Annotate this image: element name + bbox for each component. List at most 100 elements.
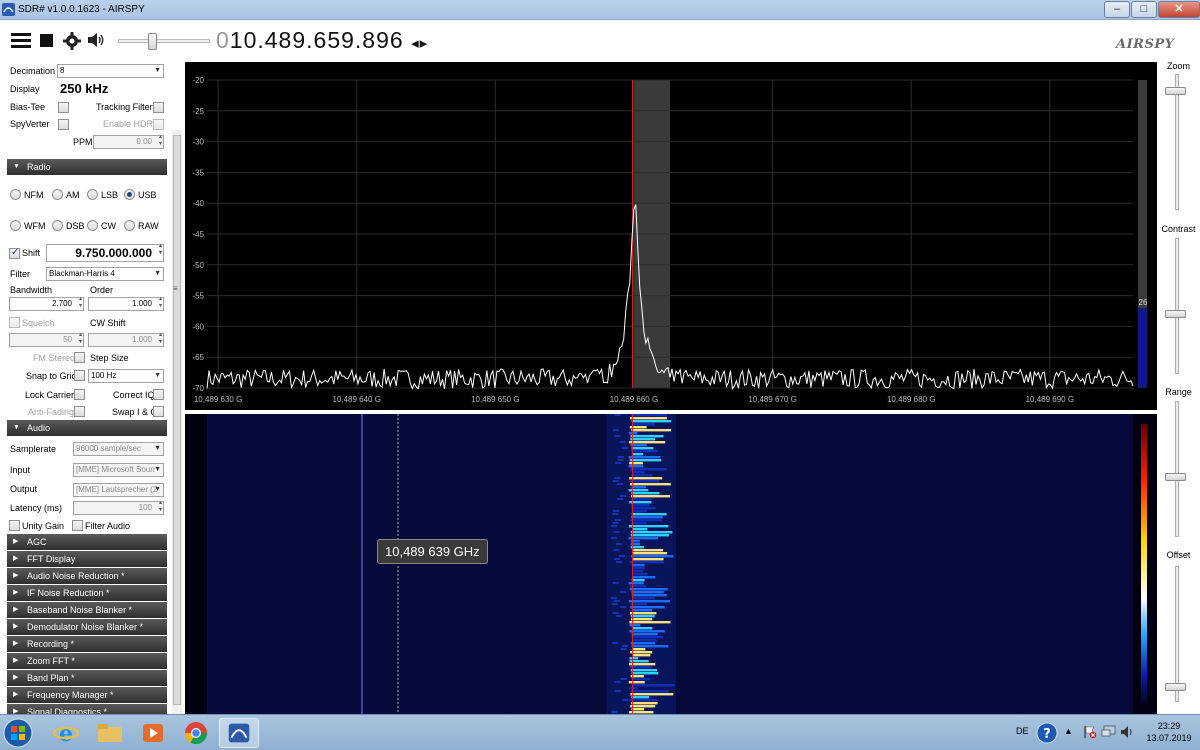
close-button[interactable]: ✕ [1158, 1, 1200, 18]
audio-input-select[interactable]: [MME] Microsoft Soun ▼ [73, 463, 164, 477]
unity-gain-checkbox[interactable] [9, 520, 20, 531]
squelch-checkbox[interactable] [9, 317, 20, 328]
lock-carrier-checkbox[interactable] [74, 389, 85, 400]
chrome-icon[interactable] [176, 718, 216, 748]
waterfall-signal-line [632, 552, 668, 555]
waterfall-signal-line [630, 555, 674, 558]
network-icon[interactable] [1101, 725, 1117, 739]
offset-slider-thumb[interactable] [1165, 683, 1186, 691]
mode-radio-wfm[interactable] [10, 220, 21, 231]
keyboard-language-indicator[interactable]: DE [1016, 726, 1029, 736]
squelch-input[interactable]: 50 [9, 332, 84, 347]
enable-hdr-checkbox[interactable] [153, 119, 164, 130]
panel-splitter-grip[interactable]: ≡ [173, 284, 181, 293]
step-size-select[interactable]: 100 Hz ▼ [88, 369, 164, 383]
frequency-leading-digit[interactable]: 0 [216, 27, 230, 53]
mode-radio-lsb[interactable] [87, 189, 98, 200]
waterfall-signal-line [631, 702, 658, 705]
volume-slider-thumb[interactable] [148, 33, 158, 50]
gear-icon[interactable] [63, 32, 81, 50]
minimize-button[interactable]: – [1104, 1, 1130, 18]
spyverter-checkbox[interactable] [58, 119, 69, 130]
volume-tray-icon[interactable] [1120, 725, 1134, 739]
plugin-section-frequency-manager[interactable]: Frequency Manager * [7, 687, 167, 703]
windows-start-icon[interactable] [2, 718, 34, 748]
snap-to-grid-checkbox[interactable] [74, 370, 85, 381]
plugin-section-baseband-noise-blanker[interactable]: Baseband Noise Blanker * [7, 602, 167, 618]
contrast-slider-thumb[interactable] [1165, 309, 1186, 318]
mode-radio-dsb[interactable] [52, 220, 63, 231]
media-player-icon[interactable] [133, 718, 173, 748]
filter-audio-checkbox[interactable] [72, 520, 83, 531]
waterfall-signal-line [632, 567, 645, 570]
audio-section-header[interactable]: Audio [7, 420, 167, 436]
plugin-section-if-noise-reduction[interactable]: IF Noise Reduction * [7, 585, 167, 601]
help-icon[interactable]: ? [1036, 722, 1058, 744]
anti-fading-checkbox[interactable] [74, 406, 85, 417]
volume-slider[interactable] [118, 33, 210, 50]
mode-radio-raw[interactable] [124, 220, 135, 231]
action-center-flag-icon[interactable] [1083, 725, 1097, 739]
order-input[interactable]: 1.000 [88, 296, 164, 311]
range-slider-thumb[interactable] [1165, 472, 1186, 481]
speaker-icon[interactable] [88, 32, 106, 48]
offset-slider[interactable] [1175, 566, 1179, 702]
range-slider[interactable] [1175, 401, 1179, 537]
mode-radio-nfm[interactable] [10, 189, 21, 200]
plugin-section-recording[interactable]: Recording * [7, 636, 167, 652]
plugin-section-agc[interactable]: AGC [7, 534, 167, 550]
frequency-step-arrows[interactable]: ◂▸ [411, 35, 428, 52]
cw-shift-input[interactable]: 1.000 [88, 332, 164, 347]
control-panel-scrollbar[interactable] [172, 130, 182, 714]
tracking-filter-checkbox[interactable] [153, 102, 164, 113]
plugin-section-demodulator-noise-blanker[interactable]: Demodulator Noise Blanker * [7, 619, 167, 635]
waterfall-signal-line [628, 600, 670, 603]
zoom-slider-thumb[interactable] [1165, 87, 1186, 95]
latency-input[interactable]: 100 [73, 500, 164, 515]
stop-icon[interactable] [40, 34, 53, 47]
waterfall-display[interactable] [185, 414, 1157, 714]
bandwidth-input[interactable]: 2.700 [9, 296, 84, 311]
plugin-section-signal-diagnostics[interactable]: Signal Diagnostics * [7, 704, 167, 714]
shift-checkbox[interactable] [9, 247, 20, 259]
plugin-section-fft-display[interactable]: FFT Display [7, 551, 167, 567]
file-explorer-icon[interactable] [90, 718, 130, 748]
plugin-section-band-plan[interactable]: Band Plan * [7, 670, 167, 686]
shift-frequency-input[interactable]: 9.750.000.000 [46, 243, 164, 262]
frequency-tooltip: 10,489 639 GHz [377, 539, 488, 564]
ppm-input[interactable]: 0.00 [93, 134, 164, 149]
radio-section-header[interactable]: Radio [7, 159, 167, 175]
mode-radio-usb[interactable] [124, 189, 135, 200]
output-label: Output [10, 484, 38, 494]
mode-radio-am[interactable] [52, 189, 63, 200]
plugin-section-audio-noise-reduction[interactable]: Audio Noise Reduction * [7, 568, 167, 584]
filter-select[interactable]: Blackman-Harris 4 ▼ [46, 267, 164, 281]
swap-iq-checkbox[interactable] [153, 406, 164, 417]
correct-iq-checkbox[interactable] [153, 389, 164, 400]
audio-input-value: [MME] Microsoft Soun [76, 465, 155, 474]
plugin-section-zoom-fft[interactable]: Zoom FFT * [7, 653, 167, 669]
fm-stereo-label: FM Stereo [33, 353, 76, 363]
internet-explorer-icon[interactable]: e [47, 718, 87, 748]
waterfall-side-line [611, 525, 618, 527]
toolbar [0, 20, 1200, 60]
frequency-digits[interactable]: 10.489.659.896 [230, 27, 404, 53]
bias-tee-checkbox[interactable] [58, 102, 69, 113]
system-clock[interactable]: 23:29 13.07.2019 [1140, 720, 1198, 744]
waterfall-plot[interactable] [185, 414, 1157, 714]
spectrum-analyzer[interactable]: -20 -25 -30 -35 -40 -45 -50 -55 -60 -65 -70 10,489 … [185, 62, 1157, 410]
frequency-display[interactable]: 010.489.659.896 ◂▸ [216, 27, 428, 54]
tray-expand-icon[interactable]: ▲ [1064, 726, 1073, 736]
audio-output-select[interactable]: [MME] Lautsprecher (2 ▼ [73, 483, 164, 497]
samplerate-select[interactable]: 96000 sample/sec ▼ [73, 442, 164, 456]
maximize-button[interactable]: □ [1131, 1, 1157, 18]
decimation-select[interactable]: 8 ▼ [57, 64, 164, 78]
fm-stereo-checkbox[interactable] [74, 352, 85, 363]
mode-radio-cw[interactable] [87, 220, 98, 231]
menu-icon[interactable] [11, 33, 31, 49]
svg-text:?: ? [1043, 727, 1051, 742]
sdr-sharp-taskbar-button[interactable] [219, 718, 259, 748]
scrollbar-thumb[interactable] [173, 135, 181, 705]
contrast-slider[interactable] [1175, 238, 1179, 374]
spectrum-plot[interactable]: -20 -25 -30 -35 -40 -45 -50 -55 -60 -65 -70 10,489 … [185, 62, 1157, 410]
